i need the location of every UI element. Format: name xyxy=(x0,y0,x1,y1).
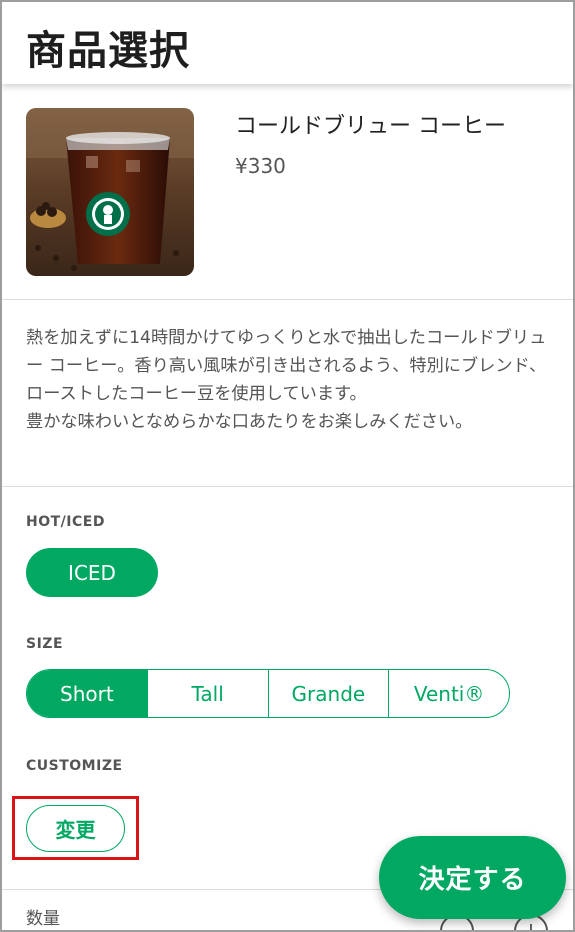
quantity-label: 数量 xyxy=(26,909,60,929)
product-image xyxy=(26,108,194,276)
confirm-button[interactable]: 決定する xyxy=(379,836,566,919)
product-price: ¥330 xyxy=(235,154,286,178)
app-frame: 商品選択 コールドブリュー コーヒー ¥330 熱を加えずに14時間かけてゆっく… xyxy=(0,0,575,932)
customize-change-button[interactable]: 変更 xyxy=(26,805,125,852)
iced-option-button[interactable]: ICED xyxy=(26,548,158,597)
size-option-tall[interactable]: Tall xyxy=(148,670,269,717)
customize-label: CUSTOMIZE xyxy=(26,758,123,774)
product-description: 熱を加えずに14時間かけてゆっくりと水で抽出したコールドブリュー コーヒー。香り… xyxy=(26,328,547,432)
page-title: 商品選択 xyxy=(26,28,190,74)
size-option-short[interactable]: Short xyxy=(27,670,148,717)
header: 商品選択 xyxy=(2,2,573,84)
size-option-venti[interactable]: Venti® xyxy=(389,670,509,717)
size-selector: Short Tall Grande Venti® xyxy=(26,669,510,718)
product-summary: コールドブリュー コーヒー ¥330 xyxy=(2,84,573,300)
divider xyxy=(2,486,573,487)
product-name: コールドブリュー コーヒー xyxy=(235,114,506,139)
hot-iced-label: HOT/ICED xyxy=(26,514,105,530)
size-label: SIZE xyxy=(26,636,64,652)
size-option-grande[interactable]: Grande xyxy=(269,670,390,717)
